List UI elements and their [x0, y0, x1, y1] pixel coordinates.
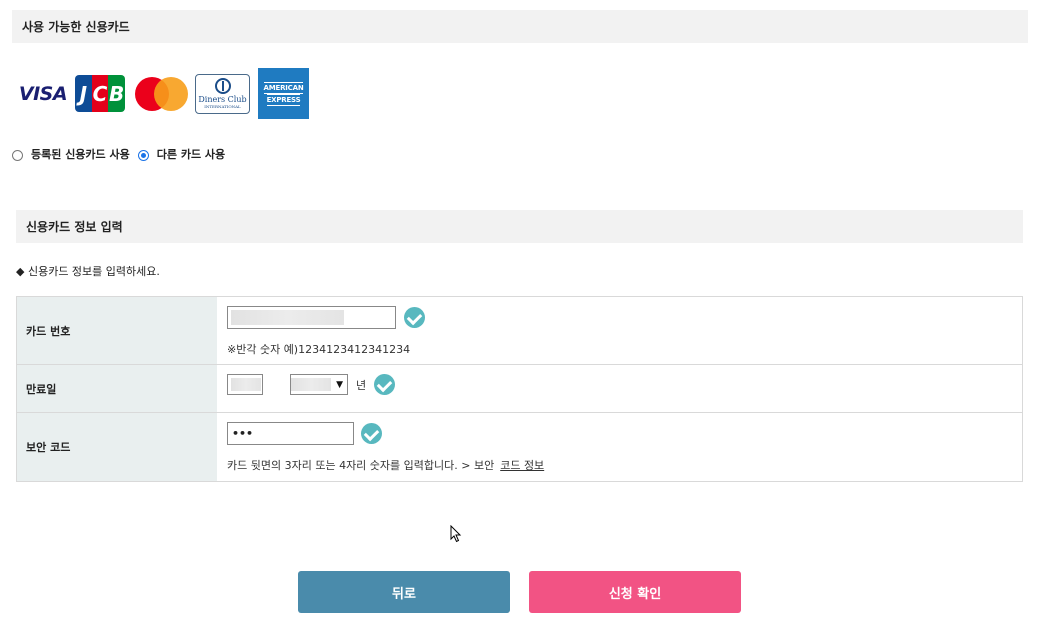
radio-other-card[interactable] — [137, 149, 149, 161]
card-number-row: 카드 번호 ※반각 숫자 예)1234123412341234 — [17, 297, 1022, 365]
radio-other-card-label[interactable]: 다른 카드 사용 — [157, 146, 225, 162]
card-number-check-icon — [404, 307, 425, 328]
expiry-check-icon — [374, 374, 395, 395]
expiry-label: 만료일 — [17, 365, 217, 412]
available-cards-title: 사용 가능한 신용카드 — [22, 20, 130, 34]
payment-choice-group: 등록된 신용카드 사용 다른 카드 사용 — [12, 146, 233, 162]
expiry-row: 만료일 ▼ 년 — [17, 365, 1022, 413]
mouse-cursor-icon — [450, 525, 462, 543]
card-info-title: 신용카드 정보 입력 — [26, 220, 123, 234]
american-express-logo: AMERICAN EXPRESS — [258, 68, 309, 119]
confirm-button[interactable]: 신청 확인 — [529, 571, 741, 613]
security-code-row: 보안 코드 ••• 카드 뒷면의 3자리 또는 4자리 숫자를 입력합니다. >… — [17, 413, 1022, 481]
expiry-month-select[interactable] — [227, 374, 263, 395]
card-info-header: 신용카드 정보 입력 — [16, 210, 1023, 243]
amex-logo-line1: AMERICAN — [263, 81, 304, 94]
visa-logo: VISA — [18, 82, 68, 105]
security-code-label: 보안 코드 — [17, 413, 217, 481]
card-number-label: 카드 번호 — [17, 297, 217, 364]
card-form-table: 카드 번호 ※반각 숫자 예)1234123412341234 만료일 ▼ 년 … — [16, 296, 1023, 482]
code-info-link[interactable]: 코드 정보 — [500, 459, 544, 472]
amex-logo-line2: EXPRESS — [266, 93, 301, 106]
mastercard-logo — [135, 76, 190, 112]
diners-club-logo-name: Diners Club — [198, 95, 247, 104]
card-logos: VISA J C B Diners Club INTERNATIONAL AME… — [18, 68, 309, 119]
security-code-input[interactable]: ••• — [227, 422, 354, 445]
jcb-logo-c: C — [91, 75, 109, 112]
security-code-check-icon — [361, 423, 382, 444]
instruction-text: ◆ 신용카드 정보를 입력하세요. — [16, 265, 160, 278]
diners-club-logo: Diners Club INTERNATIONAL — [195, 73, 250, 114]
security-code-hint: 카드 뒷면의 3자리 또는 4자리 숫자를 입력합니다. > 보안 코드 정보 — [227, 457, 544, 473]
back-button[interactable]: 뒤로 — [298, 571, 510, 613]
security-code-hint-text: 카드 뒷면의 3자리 또는 4자리 숫자를 입력합니다. > 보안 — [227, 459, 495, 472]
jcb-logo: J C B — [75, 75, 125, 112]
jcb-logo-b: B — [108, 75, 125, 112]
radio-registered-card-label[interactable]: 등록된 신용카드 사용 — [31, 146, 130, 162]
card-number-hint: ※반각 숫자 예)1234123412341234 — [227, 343, 411, 356]
radio-registered-card[interactable] — [12, 149, 23, 161]
expiry-year-select[interactable]: ▼ — [290, 374, 348, 395]
diners-club-logo-sub: INTERNATIONAL — [204, 104, 241, 109]
chevron-down-icon: ▼ — [336, 380, 343, 390]
card-number-input[interactable] — [227, 306, 396, 329]
expiry-year-suffix: 년 — [356, 379, 367, 392]
available-cards-header: 사용 가능한 신용카드 — [12, 10, 1028, 43]
jcb-logo-j: J — [75, 75, 92, 112]
